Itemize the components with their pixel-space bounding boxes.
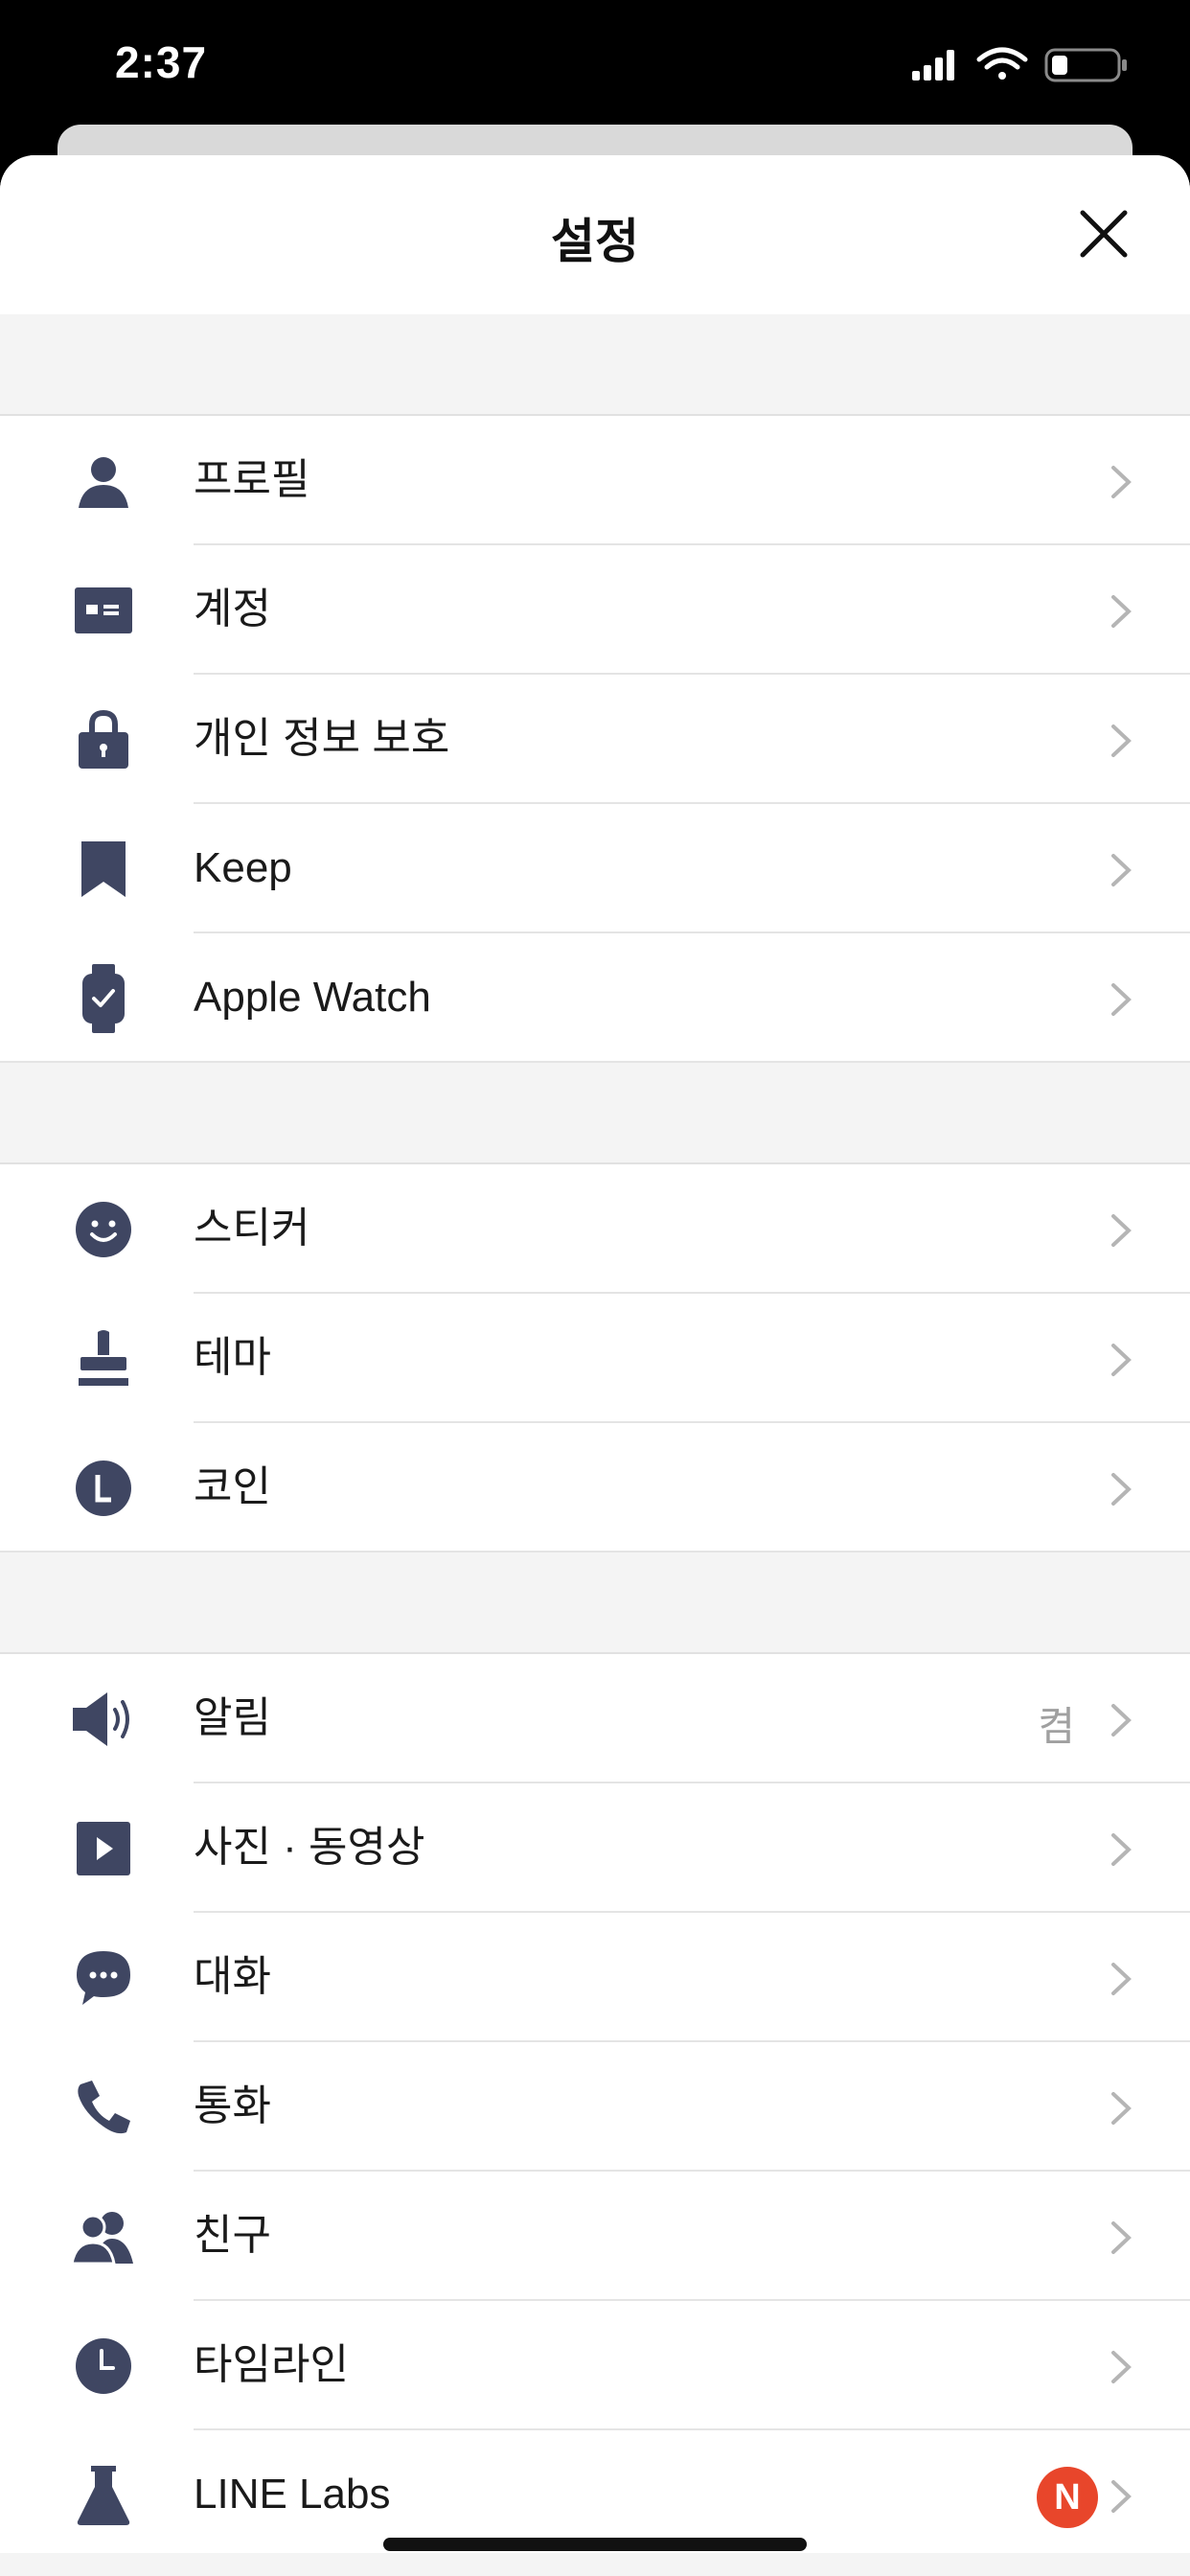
status-time: 2:37 xyxy=(115,37,208,87)
home-indicator[interactable] xyxy=(383,2538,807,2551)
settings-item-label: 테마 xyxy=(194,1334,271,1381)
chevron-right-icon xyxy=(1111,1344,1132,1376)
chevron-right-icon xyxy=(1111,1833,1132,1866)
chevron-right-icon xyxy=(1111,1963,1132,1995)
settings-section-1: 프로필 계정 개인 정보 보호 Keep Apple Watch xyxy=(0,416,1190,1063)
status-icons xyxy=(912,46,1133,84)
flask-icon xyxy=(69,2465,138,2526)
settings-item-label: 프로필 xyxy=(194,456,310,503)
chevron-right-icon xyxy=(1111,1473,1132,1506)
section-gap xyxy=(0,314,1190,416)
settings-item-label: 계정 xyxy=(194,586,271,632)
settings-item-label: 스티커 xyxy=(194,1205,310,1252)
section-gap xyxy=(0,1552,1190,1654)
speaker-icon xyxy=(69,1689,138,1750)
chevron-right-icon xyxy=(1111,1704,1132,1736)
divider xyxy=(0,1551,1190,1552)
settings-item-label: 타임라인 xyxy=(194,2341,349,2388)
close-icon xyxy=(1080,210,1128,258)
settings-item-theme[interactable]: 테마 xyxy=(0,1294,1190,1423)
wifi-icon xyxy=(976,47,1028,80)
battery-icon xyxy=(1044,48,1127,82)
settings-item-label: 통화 xyxy=(194,2082,271,2129)
settings-section-2: 스티커 테마 코인 xyxy=(0,1164,1190,1552)
settings-item-coins[interactable]: 코인 xyxy=(0,1423,1190,1552)
bottom-strip xyxy=(0,2553,1190,2576)
smiley-icon xyxy=(69,1199,138,1260)
coin-icon xyxy=(69,1458,138,1519)
settings-item-chats[interactable]: 대화 xyxy=(0,1913,1190,2042)
settings-item-label: LINE Labs xyxy=(194,2471,391,2518)
new-badge: N xyxy=(1037,2467,1098,2528)
settings-item-label: 사진 · 동영상 xyxy=(194,1824,425,1871)
person-icon xyxy=(69,450,138,512)
settings-item-label: Keep xyxy=(194,844,292,891)
settings-item-calls[interactable]: 통화 xyxy=(0,2042,1190,2172)
settings-item-notifications[interactable]: 알림 켬 xyxy=(0,1654,1190,1783)
chevron-right-icon xyxy=(1111,2480,1132,2513)
friends-icon xyxy=(69,2206,138,2267)
divider xyxy=(0,1061,1190,1063)
settings-item-label: 알림 xyxy=(194,1694,271,1741)
settings-item-keep[interactable]: Keep xyxy=(0,804,1190,933)
lock-icon xyxy=(69,709,138,770)
watch-icon xyxy=(69,964,138,1033)
phone-icon xyxy=(69,2077,138,2138)
status-bar: 2:37 xyxy=(0,0,1190,134)
sheet-header: 설정 xyxy=(0,155,1190,314)
chat-bubble-icon xyxy=(69,1947,138,2009)
settings-section-3: 알림 켬 사진 · 동영상 대화 통화 친구 타임라인 LINE Labs N xyxy=(0,1654,1190,2560)
settings-item-timeline[interactable]: 타임라인 xyxy=(0,2301,1190,2430)
chevron-right-icon xyxy=(1111,2092,1132,2125)
clock-icon xyxy=(69,2335,138,2397)
play-icon xyxy=(69,1818,138,1879)
page-title: 설정 xyxy=(551,215,639,268)
chevron-right-icon xyxy=(1111,854,1132,886)
notification-status-value: 켬 xyxy=(1038,1704,1075,1749)
settings-item-photos-videos[interactable]: 사진 · 동영상 xyxy=(0,1783,1190,1913)
settings-item-label: Apple Watch xyxy=(194,974,431,1021)
settings-item-friends[interactable]: 친구 xyxy=(0,2172,1190,2301)
signal-icon xyxy=(912,50,954,80)
id-card-icon xyxy=(69,580,138,641)
stamp-icon xyxy=(69,1328,138,1390)
settings-sheet: 설정 프로필 계정 개인 정보 보호 Keep Apple Watch 스티커 … xyxy=(0,155,1190,2576)
settings-item-profile[interactable]: 프로필 xyxy=(0,416,1190,545)
chevron-right-icon xyxy=(1111,2351,1132,2383)
chevron-right-icon xyxy=(1111,466,1132,498)
bookmark-icon xyxy=(69,839,138,900)
chevron-right-icon xyxy=(1111,983,1132,1016)
close-button[interactable] xyxy=(1075,205,1133,263)
settings-item-label: 개인 정보 보호 xyxy=(194,715,450,762)
chevron-right-icon xyxy=(1111,2221,1132,2254)
chevron-right-icon xyxy=(1111,595,1132,628)
chevron-right-icon xyxy=(1111,1214,1132,1247)
settings-item-privacy[interactable]: 개인 정보 보호 xyxy=(0,675,1190,804)
section-gap xyxy=(0,1063,1190,1164)
settings-item-stickers[interactable]: 스티커 xyxy=(0,1164,1190,1294)
settings-item-account[interactable]: 계정 xyxy=(0,545,1190,675)
settings-item-label: 코인 xyxy=(194,1463,271,1510)
settings-item-apple-watch[interactable]: Apple Watch xyxy=(0,933,1190,1063)
settings-item-label: 친구 xyxy=(194,2212,271,2259)
settings-item-label: 대화 xyxy=(194,1953,271,2000)
chevron-right-icon xyxy=(1111,724,1132,757)
